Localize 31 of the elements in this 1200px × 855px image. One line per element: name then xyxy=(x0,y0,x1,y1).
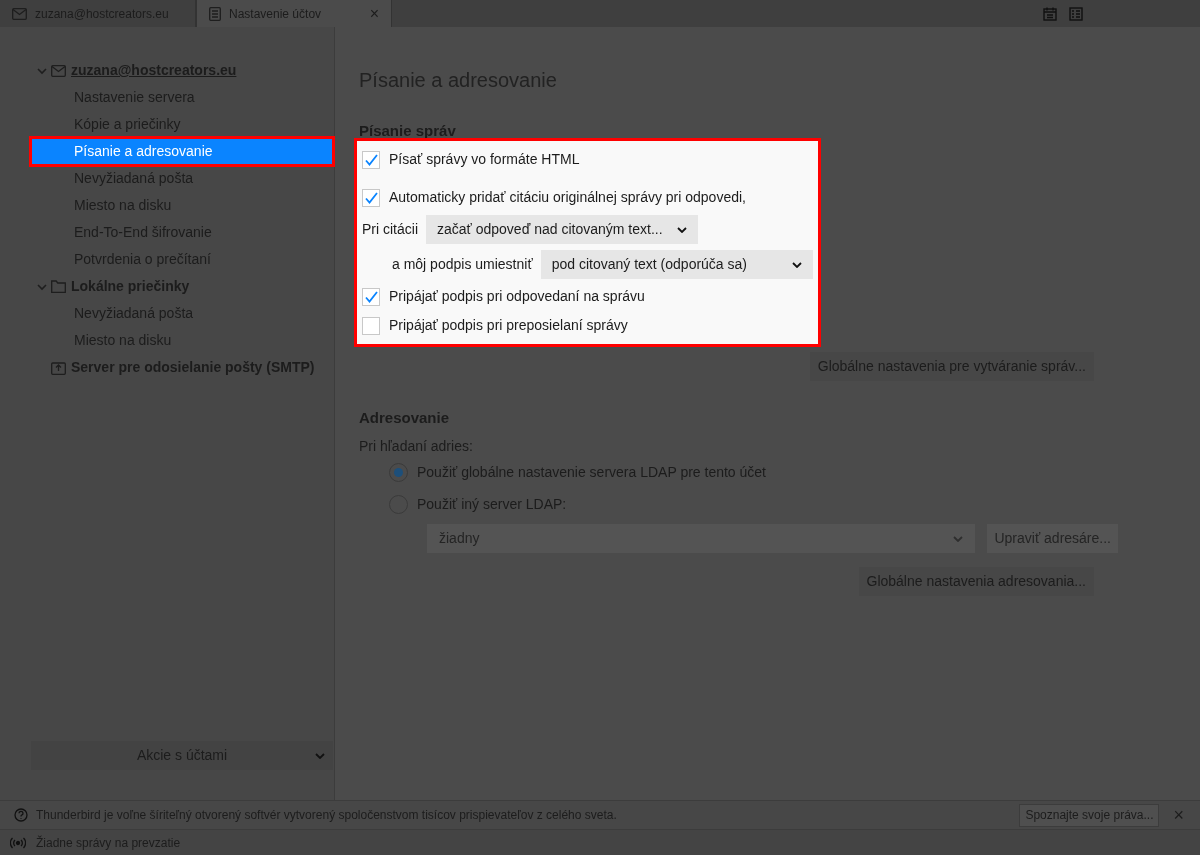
close-icon[interactable]: × xyxy=(369,5,379,22)
caret-icon xyxy=(676,226,687,233)
broadcast-icon xyxy=(10,836,26,849)
dropdown[interactable]: začať odpoveď nad citovaným text... xyxy=(426,215,698,244)
checkmark-icon xyxy=(364,290,378,303)
sidebar-item[interactable]: Písanie a adresovanie xyxy=(31,138,333,165)
checkmark-icon xyxy=(364,153,378,166)
calendar-icon[interactable] xyxy=(1043,6,1057,21)
outbox-icon xyxy=(51,360,66,375)
caret-icon xyxy=(792,261,802,268)
select-label: Pri citácii xyxy=(362,220,418,239)
checkbox-label: Písať správy vo formáte HTML xyxy=(389,150,580,169)
dropdown[interactable]: pod citovaný text (odporúča sa) xyxy=(540,250,813,279)
caret-icon xyxy=(315,752,325,759)
checkbox[interactable] xyxy=(362,150,380,169)
checkbox[interactable] xyxy=(362,188,380,207)
checkbox[interactable] xyxy=(362,287,380,306)
checkbox-label: Pripájať podpis pri odpovedaní na správu xyxy=(389,287,645,306)
close-icon[interactable]: × xyxy=(1173,806,1184,824)
help-icon xyxy=(14,808,28,822)
checkbox-label: Pripájať podpis pri preposielaní správy xyxy=(389,316,628,335)
checkbox[interactable] xyxy=(362,316,380,335)
checkmark-icon xyxy=(364,191,378,204)
select-label: a môj podpis umiestniť xyxy=(392,255,533,274)
envelope-icon xyxy=(12,7,27,20)
caret-icon xyxy=(953,535,964,542)
envelope-icon xyxy=(51,64,66,77)
folder-icon xyxy=(51,280,66,293)
task-list-icon[interactable] xyxy=(1069,6,1083,21)
checkbox-label: Automaticky pridať citáciu originálnej správy pri odpovedi, xyxy=(389,188,746,207)
document-icon xyxy=(209,6,221,21)
